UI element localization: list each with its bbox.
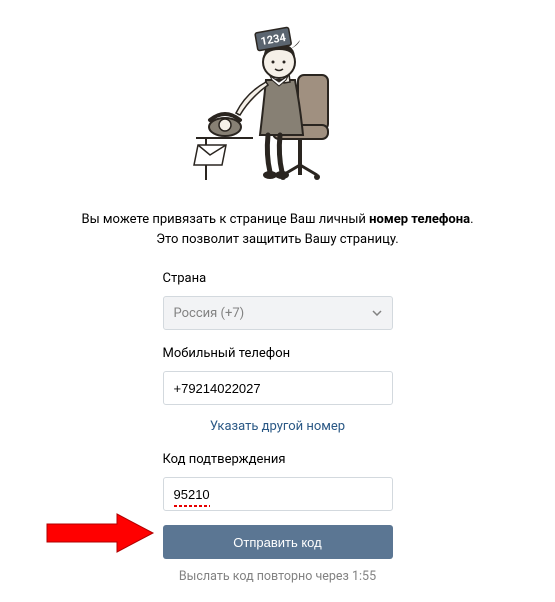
phone-bind-form-container: 1234 Вы можете привязать к странице Ваш … bbox=[0, 0, 555, 584]
phone-label: Мобильный телефон bbox=[163, 346, 393, 361]
description-text: Вы можете привязать к странице Ваш личны… bbox=[81, 210, 473, 249]
description-line2: Это позволит защитить Вашу страницу. bbox=[156, 232, 398, 247]
phone-input[interactable] bbox=[163, 371, 393, 405]
resend-timer-text: Выслать код повторно через 1:55 bbox=[163, 569, 393, 584]
spellcheck-underline bbox=[174, 505, 210, 507]
country-label: Страна bbox=[163, 271, 393, 286]
description-line1-suffix: . bbox=[470, 212, 473, 227]
country-select[interactable]: Россия (+7) bbox=[163, 296, 393, 330]
code-label: Код подтверждения bbox=[163, 452, 393, 467]
chevron-down-icon bbox=[372, 310, 382, 316]
change-number-link[interactable]: Указать другой номер bbox=[163, 419, 393, 434]
description-line1-bold: номер телефона bbox=[369, 212, 470, 227]
operator-illustration: 1234 bbox=[188, 20, 368, 190]
red-arrow-annotation bbox=[45, 512, 155, 554]
country-select-value: Россия (+7) bbox=[174, 306, 245, 321]
phone-bind-form: Страна Россия (+7) Мобильный телефон Ука… bbox=[163, 271, 393, 584]
submit-button[interactable]: Отправить код bbox=[163, 525, 393, 559]
description-line1-prefix: Вы можете привязать к странице Ваш личны… bbox=[81, 212, 369, 227]
